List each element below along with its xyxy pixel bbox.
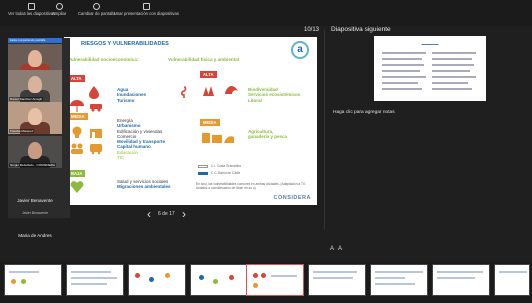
presenter-window: Ver todas las diapositivas Ampliar Cambi… (0, 0, 532, 303)
media-right-list: Agricultura, ganadería y pesca (248, 129, 288, 140)
avatar (28, 108, 42, 125)
slide-thumbnail[interactable] (66, 264, 124, 296)
bulb-icon (72, 126, 82, 138)
slide-thumbnail[interactable] (494, 264, 530, 296)
participants-panel: Tere Guzmán Ruiz Daniel Sanchez Amagil C… (8, 38, 70, 218)
legend-item-2: C.C. Bahía de Cádiz (211, 171, 241, 175)
text-line (382, 52, 426, 54)
health-icon (70, 181, 84, 193)
slide-thumbnail[interactable] (190, 264, 248, 296)
text-line (432, 70, 470, 72)
presentation-mode-button[interactable]: Usar presentación con diapositivas (114, 3, 179, 16)
slide-thumbnail[interactable] (308, 264, 366, 296)
car-flood-icon (90, 104, 102, 112)
avatar (28, 50, 42, 67)
slide-title: RIESGOS Y VULNERABILIDADES (81, 41, 169, 47)
toolbar: Ver todas las diapositivas Ampliar Cambi… (0, 0, 532, 26)
considera-logo-icon: a (291, 41, 309, 59)
participant-tile[interactable]: Daniel Sanchez Amagil (8, 70, 62, 102)
legend-swatch-1 (198, 165, 208, 168)
level-alta-right: ALTA (200, 71, 217, 78)
slide-footnote: En azul, las vulnerabilidades comunes en… (196, 182, 306, 190)
level-alta-left: ALTA (68, 75, 85, 82)
zoom-button[interactable]: Ampliar (52, 3, 66, 16)
sharing-banner: Estás compartiendo pantalla (8, 38, 62, 43)
text-line (432, 76, 476, 78)
water-drop-icon (89, 86, 99, 99)
text-line (432, 82, 468, 84)
forest-fire-icon (203, 86, 214, 96)
slide-thumbnail[interactable] (4, 264, 62, 296)
participant-list-item[interactable]: Javier Benavente (8, 211, 62, 225)
level-media-right: MEDIA (200, 119, 220, 126)
alta-right-list: Biodiversidad Servicios ecosistémicos Li… (248, 87, 301, 103)
refresh-icon (93, 3, 101, 10)
avatar (28, 76, 42, 93)
farm-icon (202, 133, 234, 143)
people-icon (71, 143, 83, 154)
next-slide-button[interactable]: › (182, 207, 186, 221)
text-line (432, 52, 476, 54)
magnifier-icon (55, 3, 63, 10)
media-left-list: Energía Urbanismo Edificación y vivienda… (117, 118, 166, 161)
baja-left-list: Salud y servicios sociales Migraciones a… (117, 179, 171, 190)
current-slide[interactable]: RIESGOS Y VULNERABILIDADES a Vulnerabili… (64, 37, 317, 205)
wave-icon (225, 85, 238, 94)
text-line (382, 88, 422, 90)
bus-icon (90, 144, 102, 155)
participant-tile[interactable]: Claudia Marquez (8, 102, 62, 134)
participant-list-item[interactable]: Javier Benavente (8, 198, 62, 212)
grid-icon (28, 3, 36, 10)
avatar (28, 142, 42, 159)
next-slide-title-icon: ▬▬▬▬▬▬ (421, 42, 439, 46)
prev-slide-button[interactable]: ‹ (147, 207, 151, 221)
decrease-font-button[interactable]: A (338, 246, 342, 252)
text-line (432, 64, 474, 66)
slide-thumbnail[interactable] (432, 264, 490, 296)
slide-thumbnail-active[interactable] (246, 264, 304, 296)
text-line (432, 88, 472, 90)
slide-thumbnail[interactable] (370, 264, 428, 296)
slide-counter: 10/13 (304, 27, 320, 33)
participant-list-item[interactable]: Maria de Andres (8, 233, 62, 247)
considera-brand: CONSIDERA (273, 195, 311, 201)
store-icon (90, 129, 102, 138)
physical-header: Vulnerabilidad física y ambiental (168, 57, 240, 62)
increase-font-button[interactable]: A (330, 246, 334, 252)
umbrella-icon (70, 100, 84, 112)
slideshow-icon (142, 3, 150, 10)
pane-divider[interactable] (324, 30, 325, 230)
text-line (432, 58, 472, 60)
legend-swatch-2 (198, 172, 208, 175)
text-line (382, 58, 422, 60)
flamingo-icon (180, 86, 187, 98)
slide-position: 6 de 17 (158, 211, 175, 217)
text-line (382, 76, 426, 78)
text-line (382, 64, 424, 66)
text-line (382, 82, 418, 84)
level-baja: BAJA (68, 170, 86, 177)
next-slide-preview[interactable]: ▬▬▬▬▬▬ (374, 36, 486, 101)
view-all-slides-button[interactable]: Ver todas las diapositivas (8, 3, 55, 16)
socioeconomic-header: Vulnerabilidad socioeconómica: (68, 57, 139, 62)
participant-tile[interactable]: Sergio Rebolledo - CONSIDERA (8, 136, 62, 168)
alta-left-list: Agua Inundaciones Turismo (117, 87, 147, 103)
slide-thumbnail[interactable] (128, 264, 186, 296)
legend-item-1: C.I. Costa Granadina (211, 164, 241, 168)
level-media-left: MEDIA (68, 113, 88, 120)
next-slide-label: Diapositiva siguiente (331, 26, 391, 33)
text-line (382, 70, 420, 72)
notes-area[interactable]: Haga clic para agregar notas (333, 110, 395, 115)
switch-display-button[interactable]: Cambiar de pantalla (78, 3, 115, 16)
